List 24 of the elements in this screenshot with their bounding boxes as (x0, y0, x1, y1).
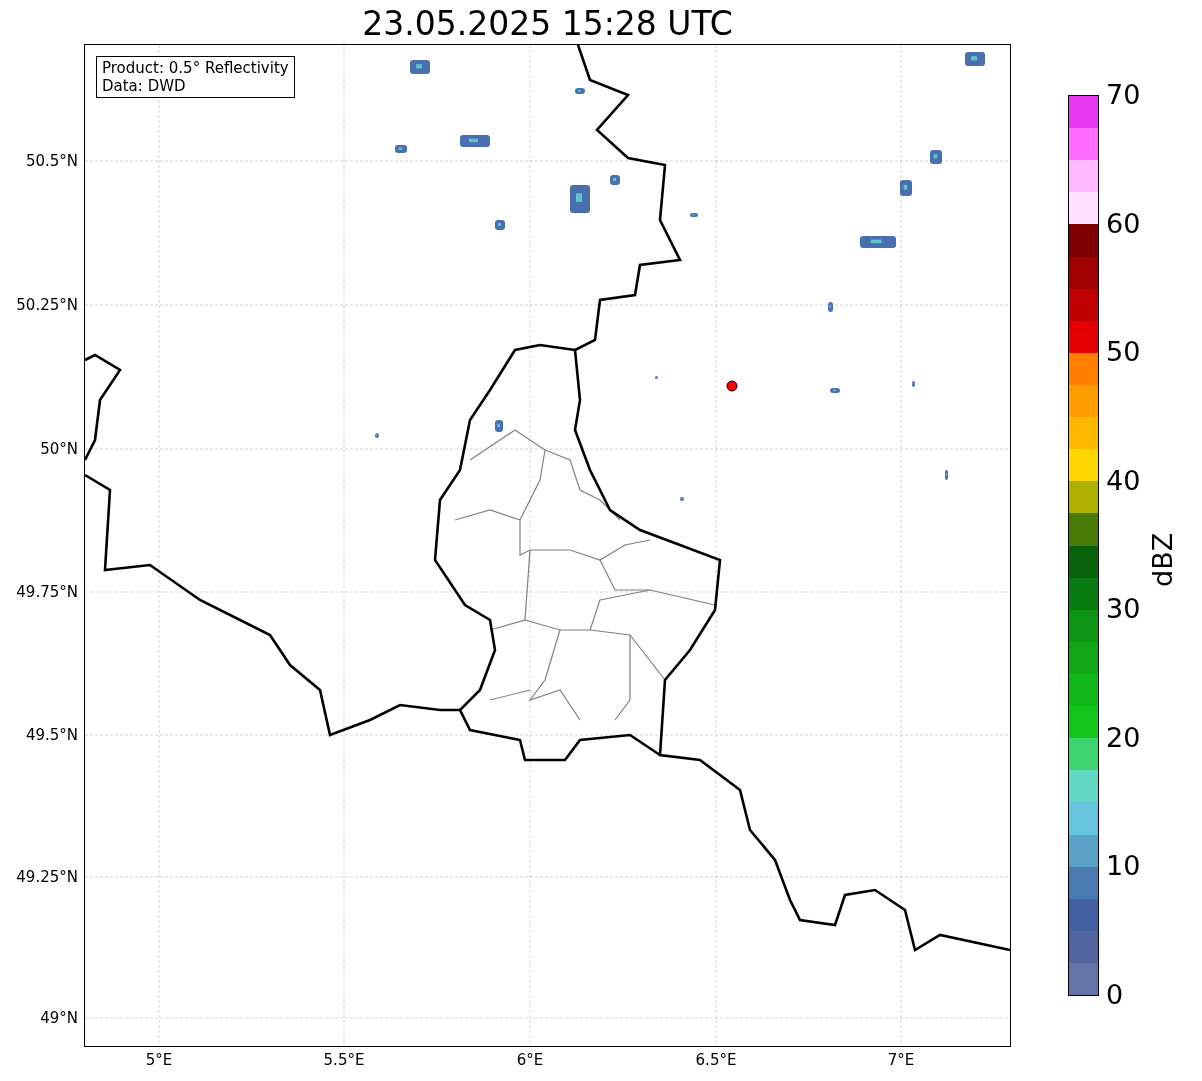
colorbar-tick-label: 50 (1106, 337, 1141, 368)
longitude-label: 5.5°E (323, 1051, 365, 1069)
colorbar-label: dBZ (1148, 532, 1178, 587)
colorbar-tick-label: 0 (1106, 980, 1124, 1010)
colorbar-tick-label: 70 (1106, 80, 1141, 110)
latitude-label: 50.25°N (16, 296, 78, 314)
latitude-label: 49°N (40, 1009, 78, 1027)
chart-title: 23.05.2025 15:28 UTC (361, 4, 734, 44)
latitude-label: 49.75°N (16, 583, 78, 601)
colorbar-tick-label: 40 (1106, 465, 1141, 496)
colorbar-tick-label: 10 (1106, 851, 1141, 882)
latitude-label: 50°N (40, 440, 78, 458)
latitude-label: 49.5°N (25, 726, 78, 744)
longitude-label: 6.5°E (695, 1051, 737, 1069)
longitude-label: 5°E (145, 1051, 173, 1069)
colorbar-tick-label: 30 (1106, 594, 1141, 625)
legend-text: Product: 0.5° Reflectivity (102, 59, 289, 77)
legend-text: Data: DWD (102, 77, 187, 95)
colorbar-tick-label: 20 (1106, 722, 1141, 753)
longitude-label: 7°E (887, 1051, 915, 1069)
colorbar-tick-label: 60 (1106, 208, 1141, 239)
longitude-label: 6°E (516, 1051, 544, 1069)
latitude-label: 50.5°N (25, 152, 78, 170)
latitude-label: 49.25°N (16, 868, 78, 886)
